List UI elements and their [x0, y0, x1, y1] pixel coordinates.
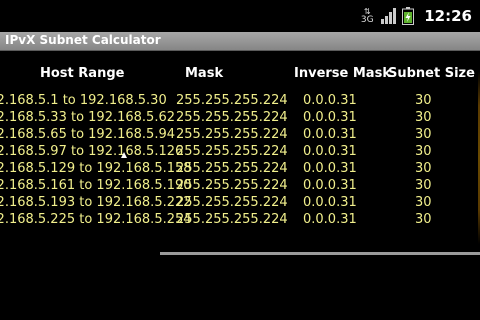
host-range-cell: 192.168.5.97 to 192.168.5.126 [0, 144, 184, 159]
status-icons: ⇅ 3G 12:26 [360, 5, 472, 27]
mask-cell: 255.255.255.224 [176, 110, 288, 125]
host-range-cell: 192.168.5.1 to 192.168.5.30 [0, 93, 167, 108]
table-row: 192.168.5.97 to 192.168.5.126 255.255.25… [0, 144, 480, 161]
clock: 12:26 [424, 7, 472, 25]
subnet-size-cell: 30 [415, 178, 432, 193]
header-mask: Mask [185, 66, 224, 81]
table-row: 192.168.5.33 to 192.168.5.62 255.255.255… [0, 110, 480, 127]
inverse-mask-cell: 0.0.0.31 [303, 195, 357, 210]
table-row: 192.168.5.129 to 192.168.5.158 255.255.2… [0, 161, 480, 178]
app-title-bar: IPvX Subnet Calculator [0, 32, 480, 51]
host-range-cell: 192.168.5.225 to 192.168.5.254 [0, 212, 192, 227]
table-row: 192.168.5.1 to 192.168.5.30 255.255.255.… [0, 93, 480, 110]
host-range-cell: 192.168.5.161 to 192.168.5.190 [0, 178, 192, 193]
inverse-mask-cell: 0.0.0.31 [303, 93, 357, 108]
status-bar: ⇅ 3G 12:26 [0, 0, 480, 32]
table-row: 192.168.5.65 to 192.168.5.94 255.255.255… [0, 127, 480, 144]
mask-cell: 255.255.255.224 [176, 178, 288, 193]
subnet-size-cell: 30 [415, 110, 432, 125]
inverse-mask-cell: 0.0.0.31 [303, 161, 357, 176]
subnet-size-cell: 30 [415, 127, 432, 142]
inverse-mask-cell: 0.0.0.31 [303, 178, 357, 193]
network-type-indicator: ⇅ 3G [360, 7, 374, 25]
battery-charging-icon [402, 7, 415, 25]
subnet-size-cell: 30 [415, 161, 432, 176]
mask-cell: 255.255.255.224 [176, 127, 288, 142]
subnet-size-cell: 30 [415, 212, 432, 227]
touch-cursor-icon [121, 152, 127, 158]
host-range-cell: 192.168.5.129 to 192.168.5.158 [0, 161, 192, 176]
app-title: IPvX Subnet Calculator [5, 33, 161, 47]
inverse-mask-cell: 0.0.0.31 [303, 110, 357, 125]
horizontal-scrollbar[interactable] [160, 252, 480, 255]
header-host-range: Host Range [40, 66, 125, 81]
header-subnet-size: Subnet Size [388, 66, 475, 81]
results-table[interactable]: Host Range Mask Inverse Mask Subnet Size… [0, 51, 480, 320]
subnet-size-cell: 30 [415, 195, 432, 210]
inverse-mask-cell: 0.0.0.31 [303, 144, 357, 159]
host-range-cell: 192.168.5.65 to 192.168.5.94 [0, 127, 175, 142]
signal-bars-icon [381, 8, 397, 24]
mask-cell: 255.255.255.224 [176, 195, 288, 210]
mask-cell: 255.255.255.224 [176, 212, 288, 227]
host-range-cell: 192.168.5.33 to 192.168.5.62 [0, 110, 175, 125]
subnet-size-cell: 30 [415, 93, 432, 108]
network-type-label: 3G [360, 15, 374, 25]
mask-cell: 255.255.255.224 [176, 161, 288, 176]
subnet-size-cell: 30 [415, 144, 432, 159]
mask-cell: 255.255.255.224 [176, 144, 288, 159]
table-row: 192.168.5.193 to 192.168.5.222 255.255.2… [0, 195, 480, 212]
inverse-mask-cell: 0.0.0.31 [303, 127, 357, 142]
table-row: 192.168.5.161 to 192.168.5.190 255.255.2… [0, 178, 480, 195]
host-range-cell: 192.168.5.193 to 192.168.5.222 [0, 195, 192, 210]
inverse-mask-cell: 0.0.0.31 [303, 212, 357, 227]
table-row: 192.168.5.225 to 192.168.5.254 255.255.2… [0, 212, 480, 229]
mask-cell: 255.255.255.224 [176, 93, 288, 108]
header-inverse-mask: Inverse Mask [294, 66, 391, 81]
